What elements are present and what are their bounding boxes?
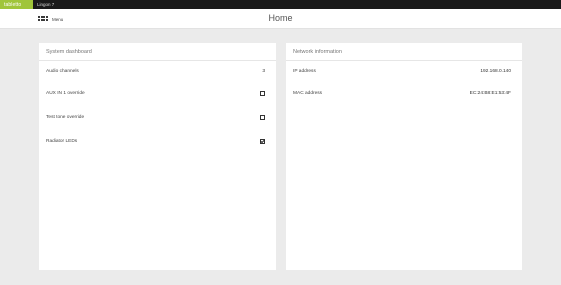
mac-address-row: MAC address EC:24:B8:E1:53:4F — [286, 81, 522, 105]
audio-channels-value: 3 — [262, 68, 265, 74]
network-information-card: Network information IP address 192.168.0… — [286, 43, 522, 270]
header: Menu Home — [0, 9, 561, 29]
test-tone-checkbox[interactable] — [260, 114, 265, 120]
audio-channels-row: Audio channels 3 — [39, 61, 276, 81]
test-tone-row: Test tone override — [39, 105, 276, 129]
test-tone-label: Test tone override — [46, 114, 85, 120]
aux-override-label: AUX IN 1 override — [46, 90, 85, 96]
ip-address-label: IP address — [293, 68, 316, 74]
brand-logo: tabletto — [0, 0, 33, 9]
top-bar: tabletto Lingon 7 — [0, 0, 561, 9]
card-title: System dashboard — [39, 43, 276, 61]
aux-override-row: AUX IN 1 override — [39, 81, 276, 105]
radiator-leds-row: Radiator LEDs — [39, 129, 276, 153]
ip-address-row: IP address 192.168.0.140 — [286, 61, 522, 81]
card-title: Network information — [286, 43, 522, 61]
aux-override-checkbox[interactable] — [260, 90, 265, 96]
ip-address-value: 192.168.0.140 — [480, 68, 511, 74]
page-title: Home — [268, 13, 293, 23]
radiator-leds-label: Radiator LEDs — [46, 138, 78, 144]
mac-address-value: EC:24:B8:E1:53:4F — [469, 90, 511, 96]
audio-channels-label: Audio channels — [46, 68, 79, 74]
device-tab[interactable]: Lingon 7 — [37, 2, 54, 7]
mac-address-label: MAC address — [293, 90, 323, 96]
system-dashboard-card: System dashboard Audio channels 3 AUX IN… — [39, 43, 276, 270]
radiator-leds-checkbox[interactable] — [260, 138, 265, 144]
